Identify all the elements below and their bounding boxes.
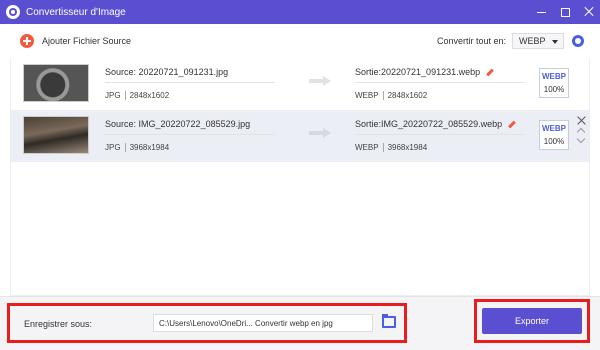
source-meta: JPG 2848x1602 bbox=[105, 91, 169, 100]
badge-quality[interactable]: 100% bbox=[540, 85, 568, 94]
file-row[interactable]: Source: 20220721_091231.jpg JPG 2848x160… bbox=[11, 58, 589, 110]
divider bbox=[382, 91, 384, 100]
save-path-value[interactable]: C:\Users\Lenovo\OneDri... Convertir webp… bbox=[159, 319, 333, 328]
gear-icon[interactable] bbox=[572, 35, 584, 47]
output-format-badge[interactable]: WEBP 100% bbox=[539, 68, 569, 98]
badge-format[interactable]: WEBP bbox=[540, 124, 568, 133]
source-format: JPG bbox=[105, 91, 121, 100]
add-source-file-button[interactable]: Ajouter Fichier Source bbox=[20, 34, 131, 48]
source-file-name: Source: 20220721_091231.jpg bbox=[105, 67, 229, 77]
divider bbox=[355, 134, 525, 135]
divider bbox=[382, 143, 384, 152]
convert-all-format-value[interactable]: WEBP bbox=[519, 36, 546, 46]
folder-icon[interactable] bbox=[382, 314, 396, 328]
file-thumbnail bbox=[23, 64, 89, 102]
save-location-highlight: Enregistrer sous: C:\Users\Lenovo\OneDri… bbox=[7, 303, 510, 343]
maximize-icon[interactable] bbox=[561, 7, 570, 17]
export-highlight: Exporter bbox=[474, 299, 590, 343]
divider bbox=[124, 143, 126, 152]
badge-quality[interactable]: 100% bbox=[540, 137, 568, 146]
divider bbox=[124, 91, 126, 100]
pencil-icon[interactable] bbox=[508, 120, 517, 128]
convert-all-label: Convertir tout en: bbox=[436, 36, 506, 46]
file-thumbnail bbox=[23, 116, 89, 154]
arrow-right-icon bbox=[309, 128, 331, 138]
output-file-name: Sortie:20220721_091231.webp bbox=[355, 67, 481, 77]
arrow-right-icon bbox=[309, 76, 331, 86]
badge-format[interactable]: WEBP bbox=[540, 72, 568, 81]
divider bbox=[105, 134, 275, 135]
source-dimensions: 3968x1984 bbox=[129, 143, 170, 152]
output-dimensions: 2848x1602 bbox=[387, 91, 428, 100]
toolbar: Ajouter Fichier Source Convertir tout en… bbox=[0, 24, 600, 58]
divider bbox=[355, 82, 525, 83]
output-dimensions: 3968x1984 bbox=[387, 143, 428, 152]
chevron-down-icon[interactable] bbox=[552, 40, 558, 44]
bottom-bar: Enregistrer sous: C:\Users\Lenovo\OneDri… bbox=[0, 296, 600, 350]
save-as-label: Enregistrer sous: bbox=[24, 319, 93, 329]
source-format: JPG bbox=[105, 143, 121, 152]
export-button[interactable]: Exporter bbox=[482, 308, 582, 334]
file-row[interactable]: Source: IMG_20220722_085529.jpg JPG 3968… bbox=[11, 110, 589, 162]
window-title: Convertisseur d'Image bbox=[26, 6, 126, 18]
divider bbox=[105, 82, 275, 83]
close-icon[interactable] bbox=[577, 116, 586, 125]
output-file-name: Sortie:IMG_20220722_085529.webp bbox=[355, 119, 503, 129]
title-bar: Convertisseur d'Image bbox=[0, 0, 600, 24]
output-file-name-group: Sortie:IMG_20220722_085529.webp bbox=[355, 119, 517, 129]
output-meta: WEBP 3968x1984 bbox=[355, 143, 427, 152]
save-path-select[interactable]: C:\Users\Lenovo\OneDri... Convertir webp… bbox=[153, 314, 510, 332]
pencil-icon[interactable] bbox=[486, 68, 494, 76]
source-meta: JPG 3968x1984 bbox=[105, 143, 169, 152]
convert-all-group: Convertir tout en: WEBP bbox=[437, 33, 584, 49]
window-controls bbox=[537, 0, 594, 24]
output-file-name-group: Sortie:20220721_091231.webp bbox=[355, 67, 494, 77]
converter-logo-icon bbox=[6, 5, 20, 19]
output-format-badge[interactable]: WEBP 100% bbox=[539, 120, 569, 150]
minimize-icon[interactable] bbox=[537, 7, 547, 17]
output-format: WEBP bbox=[355, 143, 379, 152]
file-list: Source: 20220721_091231.jpg JPG 2848x160… bbox=[10, 58, 590, 296]
plus-circle-icon[interactable] bbox=[20, 34, 34, 48]
chevron-down-icon[interactable] bbox=[576, 134, 586, 144]
convert-all-format-select[interactable]: WEBP bbox=[512, 33, 564, 49]
add-source-file-label[interactable]: Ajouter Fichier Source bbox=[42, 36, 131, 46]
source-file-name: Source: IMG_20220722_085529.jpg bbox=[105, 119, 251, 129]
output-meta: WEBP 2848x1602 bbox=[355, 91, 427, 100]
close-window-icon[interactable] bbox=[584, 7, 594, 17]
output-format: WEBP bbox=[355, 91, 379, 100]
source-dimensions: 2848x1602 bbox=[129, 91, 170, 100]
